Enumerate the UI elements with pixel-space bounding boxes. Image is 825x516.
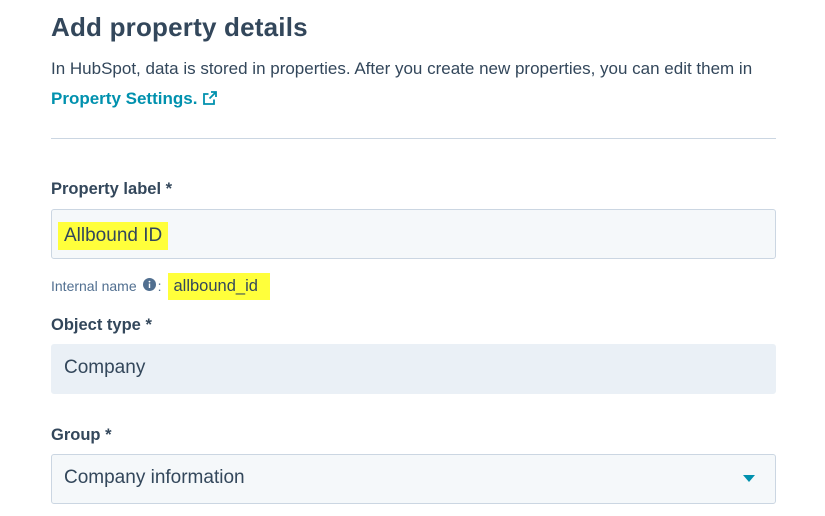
group-value: Company information (64, 467, 245, 488)
external-link-icon[interactable] (202, 86, 218, 116)
intro-paragraph: In HubSpot, data is stored in properties… (51, 54, 781, 116)
object-type-heading: Object type * (51, 316, 152, 334)
property-label-heading: Property label * (51, 180, 173, 198)
info-icon[interactable] (142, 278, 156, 294)
intro-text: In HubSpot, data is stored in properties… (51, 59, 753, 78)
internal-name-row: Internal name : allbound_id (51, 272, 270, 300)
group-heading: Group * (51, 426, 112, 444)
page-title: Add property details (51, 12, 308, 42)
property-settings-link[interactable]: Property Settings. (51, 89, 218, 108)
internal-name-colon: : (157, 278, 162, 294)
property-label-input[interactable]: Allbound ID (51, 209, 776, 259)
internal-name-label: Internal name (51, 278, 137, 294)
group-select[interactable]: Company information (51, 454, 776, 504)
object-type-value: Company (64, 357, 146, 378)
section-divider (51, 138, 776, 139)
object-type-field: Company (51, 344, 776, 394)
property-label-value: Allbound ID (58, 222, 169, 250)
internal-name-value: allbound_id (167, 272, 270, 300)
caret-down-icon[interactable] (743, 475, 755, 482)
property-settings-link-label: Property Settings. (51, 89, 198, 108)
